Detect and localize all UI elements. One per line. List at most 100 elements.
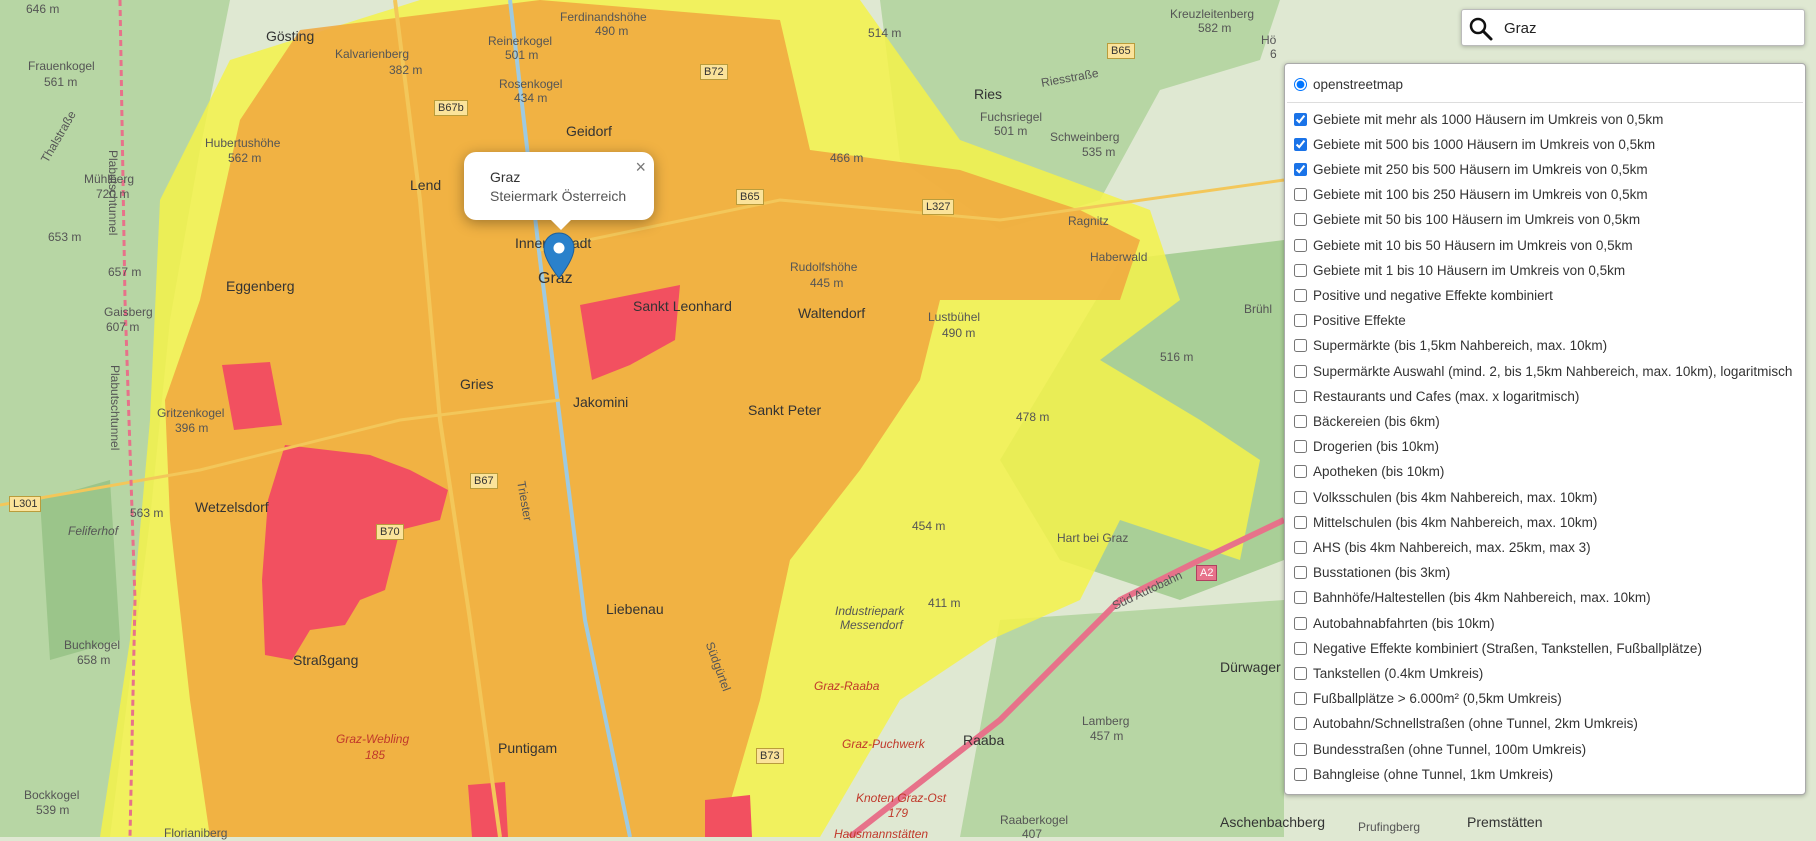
overlay-checkbox[interactable] bbox=[1294, 213, 1307, 227]
overlay-checkbox[interactable] bbox=[1294, 112, 1307, 126]
overlay-checkbox[interactable] bbox=[1294, 616, 1307, 630]
overlay-label: Volksschulen (bis 4km Nahbereich, max. 1… bbox=[1313, 489, 1598, 505]
shield-b72: B72 bbox=[700, 64, 728, 80]
overlay-item[interactable]: Mittelschulen (bis 4km Nahbereich, max. … bbox=[1292, 513, 1597, 531]
search-input[interactable] bbox=[1502, 15, 1796, 42]
forest-river-patch bbox=[40, 480, 120, 660]
overlay-checkbox[interactable] bbox=[1294, 515, 1307, 529]
overlay-checkbox[interactable] bbox=[1294, 591, 1307, 605]
overlay-label: Busstationen (bis 3km) bbox=[1313, 565, 1451, 581]
shield-a2: A2 bbox=[1196, 565, 1218, 581]
overlay-item[interactable]: Autobahn/Schnellstraßen (ohne Tunnel, 2k… bbox=[1292, 715, 1638, 733]
overlay-label: Positive und negative Effekte kombiniert bbox=[1313, 287, 1553, 303]
overlay-label: Mittelschulen (bis 4km Nahbereich, max. … bbox=[1313, 514, 1598, 530]
overlay-item[interactable]: Tankstellen (0.4km Umkreis) bbox=[1292, 664, 1483, 682]
overlay-item[interactable]: Positive Effekte bbox=[1292, 312, 1406, 330]
overlay-label: Bahngleise (ohne Tunnel, 1km Umkreis) bbox=[1313, 766, 1554, 782]
overlay-checkbox[interactable] bbox=[1294, 263, 1307, 277]
shield-b70: B70 bbox=[376, 524, 404, 540]
layer-separator bbox=[1287, 102, 1803, 103]
overlay-checkbox[interactable] bbox=[1294, 238, 1307, 252]
shield-b67b: B67b bbox=[434, 100, 468, 116]
overlay-checkbox[interactable] bbox=[1294, 717, 1307, 731]
overlay-checkbox[interactable] bbox=[1294, 339, 1307, 353]
overlay-checkbox[interactable] bbox=[1294, 162, 1307, 176]
overlay-item[interactable]: Negative Effekte kombiniert (Straßen, Ta… bbox=[1292, 639, 1702, 657]
overlay-item[interactable]: Bäckereien (bis 6km) bbox=[1292, 412, 1440, 430]
overlay-checkbox[interactable] bbox=[1294, 314, 1307, 328]
overlay-item[interactable]: Gebiete mit 100 bis 250 Häusern im Umkre… bbox=[1292, 186, 1648, 204]
coverage-red-5 bbox=[705, 795, 752, 837]
overlay-item[interactable]: Bahnhöfe/Haltestellen (bis 4km Nahbereic… bbox=[1292, 589, 1651, 607]
overlay-item[interactable]: Autobahnabfahrten (bis 10km) bbox=[1292, 614, 1495, 632]
shield-b65a: B65 bbox=[1107, 43, 1135, 59]
overlay-label: Gebiete mit 50 bis 100 Häusern im Umkrei… bbox=[1313, 212, 1641, 228]
overlay-checkbox[interactable] bbox=[1294, 137, 1307, 151]
overlay-checkbox[interactable] bbox=[1294, 465, 1307, 479]
overlay-item[interactable]: Positive und negative Effekte kombiniert bbox=[1292, 286, 1553, 304]
overlay-item[interactable]: Volksschulen (bis 4km Nahbereich, max. 1… bbox=[1292, 488, 1597, 506]
overlay-checkbox[interactable] bbox=[1294, 692, 1307, 706]
overlay-label: Restaurants und Cafes (max. x logaritmis… bbox=[1313, 388, 1580, 404]
overlay-item[interactable]: Bahngleise (ohne Tunnel, 1km Umkreis) bbox=[1292, 765, 1553, 783]
overlay-label: Bäckereien (bis 6km) bbox=[1313, 413, 1440, 429]
shield-b65b: B65 bbox=[736, 189, 764, 205]
overlay-label: Gebiete mit mehr als 1000 Häusern im Umk… bbox=[1313, 111, 1664, 127]
overlay-item[interactable]: Gebiete mit 1 bis 10 Häusern im Umkreis … bbox=[1292, 261, 1625, 279]
popup-title: Graz bbox=[490, 169, 521, 185]
overlay-item[interactable]: Apotheken (bis 10km) bbox=[1292, 463, 1444, 481]
shield-l327: L327 bbox=[922, 199, 955, 215]
overlay-item[interactable]: Gebiete mit 50 bis 100 Häusern im Umkrei… bbox=[1292, 211, 1640, 229]
overlay-item[interactable]: Bundesstraßen (ohne Tunnel, 100m Umkreis… bbox=[1292, 740, 1586, 758]
overlay-checkbox[interactable] bbox=[1294, 490, 1307, 504]
layer-control: openstreetmap Gebiete mit mehr als 1000 … bbox=[1284, 63, 1806, 795]
overlay-item[interactable]: Gebiete mit 500 bis 1000 Häusern im Umkr… bbox=[1292, 135, 1655, 153]
overlay-label: Fußballplätze > 6.000m² (0,5km Umkreis) bbox=[1313, 691, 1562, 707]
overlay-checkbox[interactable] bbox=[1294, 742, 1307, 756]
overlay-label: Supermärkte (bis 1,5km Nahbereich, max. … bbox=[1313, 338, 1608, 354]
overlay-label: Bahnhöfe/Haltestellen (bis 4km Nahbereic… bbox=[1313, 590, 1651, 606]
search-box[interactable] bbox=[1461, 9, 1805, 46]
overlay-item[interactable]: Fußballplätze > 6.000m² (0,5km Umkreis) bbox=[1292, 690, 1562, 708]
overlay-label: Positive Effekte bbox=[1313, 313, 1406, 329]
overlay-item[interactable]: Gebiete mit 250 bis 500 Häusern im Umkre… bbox=[1292, 160, 1648, 178]
forest-southeast bbox=[960, 600, 1284, 837]
shield-l301: L301 bbox=[9, 496, 42, 512]
overlay-checkbox[interactable] bbox=[1294, 188, 1307, 202]
overlay-item[interactable]: Supermärkte Auswahl (mind. 2, bis 1,5km … bbox=[1292, 362, 1792, 380]
overlay-label: Gebiete mit 10 bis 50 Häusern im Umkreis… bbox=[1313, 237, 1633, 253]
base-layer-openstreetmap[interactable]: openstreetmap bbox=[1292, 75, 1403, 93]
overlay-label: Tankstellen (0.4km Umkreis) bbox=[1313, 665, 1484, 681]
overlay-item[interactable]: Busstationen (bis 3km) bbox=[1292, 564, 1450, 582]
overlay-checkbox[interactable] bbox=[1294, 414, 1307, 428]
overlay-checkbox[interactable] bbox=[1294, 389, 1307, 403]
overlay-label: AHS (bis 4km Nahbereich, max. 25km, max … bbox=[1313, 539, 1591, 555]
coverage-red-4 bbox=[468, 782, 508, 837]
overlay-checkbox[interactable] bbox=[1294, 364, 1307, 378]
overlay-checkbox[interactable] bbox=[1294, 666, 1307, 680]
overlay-checkbox[interactable] bbox=[1294, 540, 1307, 554]
search-icon[interactable] bbox=[1468, 16, 1494, 42]
overlay-checkbox[interactable] bbox=[1294, 288, 1307, 302]
overlay-checkbox[interactable] bbox=[1294, 440, 1307, 454]
overlay-label: Gebiete mit 500 bis 1000 Häusern im Umkr… bbox=[1313, 136, 1656, 152]
overlay-checkbox[interactable] bbox=[1294, 566, 1307, 580]
overlay-label: Apotheken (bis 10km) bbox=[1313, 464, 1445, 480]
base-layer-label: openstreetmap bbox=[1313, 76, 1404, 92]
overlay-item[interactable]: Drogerien (bis 10km) bbox=[1292, 438, 1439, 456]
overlay-label: Drogerien (bis 10km) bbox=[1313, 439, 1440, 455]
shield-b73: B73 bbox=[756, 748, 784, 764]
overlay-item[interactable]: Gebiete mit mehr als 1000 Häusern im Umk… bbox=[1292, 110, 1663, 128]
overlay-item[interactable]: Restaurants und Cafes (max. x logaritmis… bbox=[1292, 387, 1579, 405]
overlay-checkbox[interactable] bbox=[1294, 641, 1307, 655]
popup-close-button[interactable]: × bbox=[635, 158, 646, 176]
overlay-checkbox[interactable] bbox=[1294, 767, 1307, 781]
overlay-label: Negative Effekte kombiniert (Straßen, Ta… bbox=[1313, 640, 1702, 656]
overlay-item[interactable]: AHS (bis 4km Nahbereich, max. 25km, max … bbox=[1292, 538, 1591, 556]
overlay-item[interactable]: Supermärkte (bis 1,5km Nahbereich, max. … bbox=[1292, 337, 1607, 355]
base-layer-radio[interactable] bbox=[1294, 77, 1307, 91]
overlay-label: Gebiete mit 1 bis 10 Häusern im Umkreis … bbox=[1313, 262, 1626, 278]
map-pin-icon[interactable] bbox=[542, 232, 576, 280]
overlay-label: Supermärkte Auswahl (mind. 2, bis 1,5km … bbox=[1313, 363, 1793, 379]
overlay-item[interactable]: Gebiete mit 10 bis 50 Häusern im Umkreis… bbox=[1292, 236, 1633, 254]
